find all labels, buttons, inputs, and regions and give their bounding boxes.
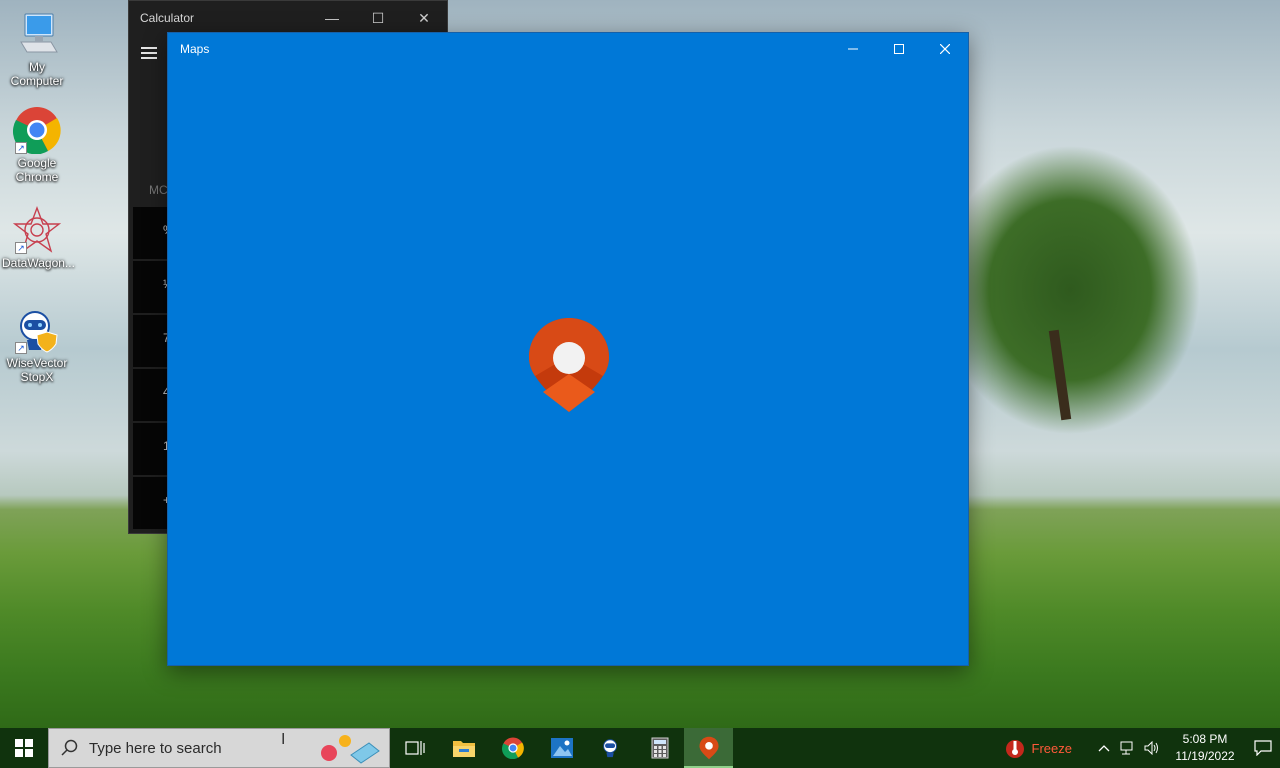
volume-button[interactable] <box>1140 728 1164 768</box>
wisevector-icon <box>602 739 617 758</box>
calc-key[interactable]: 1 <box>133 423 170 475</box>
desktop-icon-label: WiseVector StopX <box>6 356 68 384</box>
calc-key[interactable]: ¹⁄ <box>133 261 169 313</box>
clock-date: 11/19/2022 <box>1175 749 1235 763</box>
minimize-icon <box>848 48 858 50</box>
clock[interactable]: 5:08 PM 11/19/2022 <box>1170 731 1240 765</box>
search-icon <box>61 739 78 756</box>
search-highlight-illustration-icon <box>313 733 385 765</box>
close-icon <box>940 44 950 54</box>
weather-label: Freeze <box>1031 740 1072 756</box>
folder-icon <box>452 741 475 757</box>
maps-title: Maps <box>180 42 210 56</box>
notification-icon <box>1254 740 1272 756</box>
task-view-icon <box>404 741 425 755</box>
network-icon <box>1120 741 1133 755</box>
hamburger-menu-icon[interactable] <box>141 47 157 62</box>
clock-time: 5:08 PM <box>1182 732 1228 746</box>
chrome-taskbar-button[interactable] <box>488 728 537 768</box>
photos-icon <box>550 738 573 758</box>
calculator-window-controls: — ☐ ✕ <box>309 1 447 35</box>
weather-widget[interactable]: Freeze <box>1004 737 1072 759</box>
calc-key[interactable]: % <box>133 207 174 259</box>
wisevector-icon: ↗ <box>13 306 61 354</box>
desktop-icon-my-computer[interactable]: My Computer <box>2 10 72 88</box>
task-view-button[interactable] <box>390 728 439 768</box>
chrome-icon: ↗ <box>12 106 61 155</box>
maximize-button[interactable]: ☐ <box>355 1 401 35</box>
start-button[interactable] <box>0 728 48 768</box>
wisevector-taskbar-button[interactable] <box>586 728 635 768</box>
memory-clear-button[interactable]: MC <box>149 183 168 197</box>
desktop-icon-label: Google Chrome <box>15 156 59 184</box>
close-button[interactable]: ✕ <box>401 1 447 35</box>
windows-logo-icon <box>15 739 33 757</box>
minimize-button[interactable]: — <box>309 1 355 35</box>
maps-taskbar-button[interactable] <box>684 728 733 768</box>
maps-titlebar[interactable]: Maps <box>168 33 968 65</box>
datawagon-icon: ↗ <box>12 206 62 254</box>
show-hidden-icons-button[interactable] <box>1092 728 1116 768</box>
minimize-button[interactable] <box>830 33 876 65</box>
desktop-icon-label: My Computer <box>10 60 64 88</box>
chevron-up-icon <box>1098 745 1110 752</box>
system-tray: Freeze 5:08 PM 11/19/2022 <box>1004 728 1280 768</box>
calc-key[interactable]: 4 <box>133 369 170 421</box>
search-input[interactable] <box>89 739 309 757</box>
thermometer-warning-icon <box>1005 740 1024 758</box>
desktop-icon-wisevector[interactable]: ↗ WiseVector StopX <box>2 306 72 384</box>
shortcut-arrow-icon: ↗ <box>15 342 27 354</box>
text-cursor-icon: I <box>281 731 286 748</box>
desktop-icon-google-chrome[interactable]: ↗ Google Chrome <box>2 106 72 184</box>
speaker-icon <box>1144 741 1158 755</box>
calculator-keypad: % ¹⁄ 7 4 1 + <box>133 207 174 531</box>
calculator-icon <box>651 737 668 759</box>
maps-window[interactable]: Maps <box>167 32 969 666</box>
taskbar-search-box[interactable] <box>48 728 390 768</box>
calc-key[interactable]: + <box>133 477 170 529</box>
maximize-icon <box>894 44 904 54</box>
maps-pin-icon <box>698 736 719 760</box>
maps-pin-icon <box>527 316 611 414</box>
chrome-icon <box>501 737 524 759</box>
network-button[interactable] <box>1116 728 1140 768</box>
desktop-icon-datawagon[interactable]: ↗ DataWagon... <box>2 206 75 270</box>
taskbar: Freeze 5:08 PM 11/19/2022 <box>0 728 1280 768</box>
calculator-taskbar-button[interactable] <box>635 728 684 768</box>
maps-window-controls <box>830 33 968 65</box>
shortcut-arrow-icon: ↗ <box>15 242 27 254</box>
computer-icon <box>13 10 61 58</box>
tree-trunk <box>1048 329 1072 421</box>
photos-button[interactable] <box>537 728 586 768</box>
shortcut-arrow-icon: ↗ <box>15 142 27 154</box>
calc-key[interactable]: 7 <box>133 315 170 367</box>
notifications-button[interactable] <box>1246 728 1280 768</box>
desktop-icon-label: DataWagon... <box>2 256 75 270</box>
file-explorer-button[interactable] <box>439 728 488 768</box>
close-button[interactable] <box>922 33 968 65</box>
maximize-button[interactable] <box>876 33 922 65</box>
